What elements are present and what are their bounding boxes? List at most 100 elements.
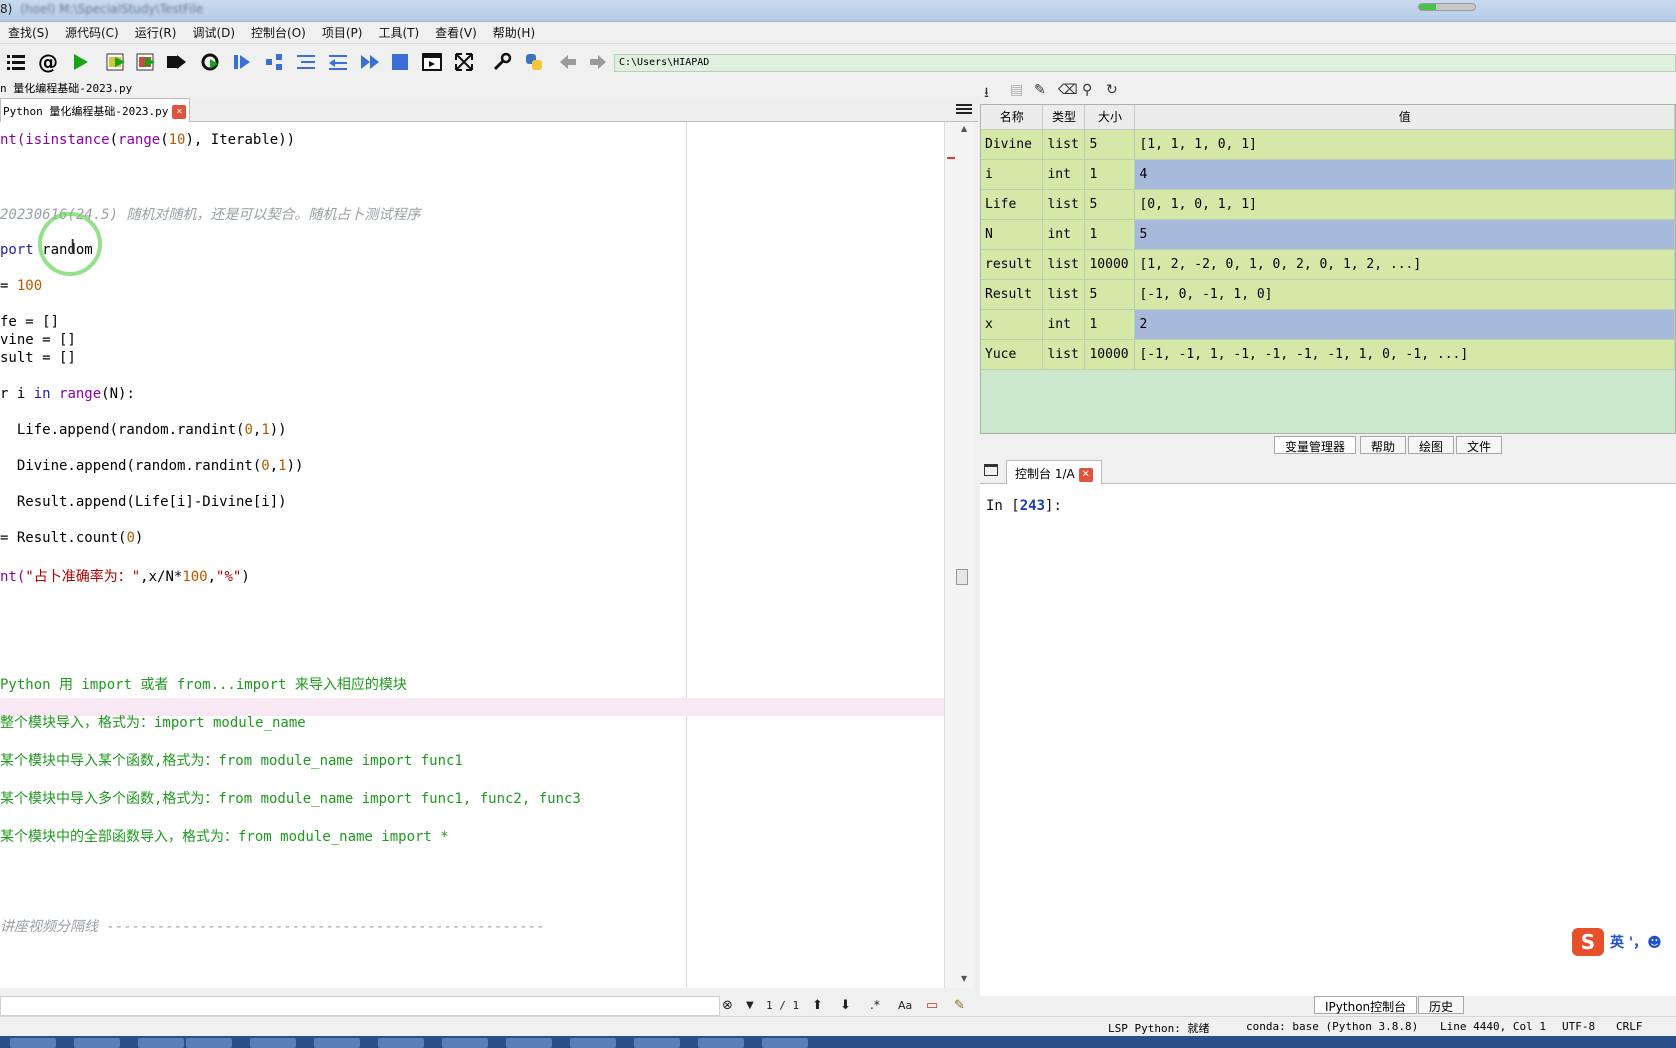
taskbar-item[interactable]: [314, 1038, 360, 1048]
find-previous-icon[interactable]: ⬆: [812, 998, 823, 1013]
taskbar-item[interactable]: [442, 1038, 488, 1048]
table-row[interactable]: Divine list 5 [1, 1, 1, 0, 1]: [981, 129, 1675, 160]
taskbar-item[interactable]: [570, 1038, 616, 1048]
window-icon[interactable]: [984, 464, 998, 476]
menu-item[interactable]: 工具(T): [370, 24, 427, 41]
table-row[interactable]: i int 1 4: [981, 159, 1675, 190]
run-cell-advance-icon[interactable]: [134, 50, 158, 74]
rerun-icon[interactable]: [198, 50, 222, 74]
editor-tab[interactable]: Python 量化编程基础-2023.py ✕: [0, 98, 190, 122]
table-row[interactable]: x int 1 2: [981, 309, 1675, 340]
column-header[interactable]: 类型: [1042, 105, 1086, 130]
highlight-icon[interactable]: ✎: [954, 998, 965, 1013]
taskbar-item[interactable]: [378, 1038, 424, 1048]
variable-explorer-toolbar: ⭳ ▤ ✎ ⌫ ⚲ ↻: [980, 80, 1676, 102]
console-bottom-tab[interactable]: IPython控制台: [1314, 996, 1418, 1014]
menu-item[interactable]: 帮助(H): [485, 24, 543, 41]
variable-table[interactable]: 名称 类型 大小值 Divine list 5 [1, 1, 1, 0, 1] i int 1 4…: [980, 104, 1676, 434]
continue-icon[interactable]: [358, 50, 382, 74]
taskbar-item[interactable]: [762, 1038, 808, 1048]
menu-item[interactable]: 查找(S): [0, 24, 57, 41]
save-icon[interactable]: ▤: [1010, 82, 1023, 98]
debug-icon[interactable]: [230, 50, 254, 74]
console-bottom-tab[interactable]: 历史: [1418, 996, 1465, 1014]
table-row[interactable]: result list 10000 [1, 2, -2, 0, 1, 0, 2, 0,…: [981, 249, 1675, 280]
maximize-pane-icon[interactable]: [420, 50, 444, 74]
column-header[interactable]: 名称: [981, 105, 1044, 130]
run-cell-icon[interactable]: [104, 50, 128, 74]
menu-item[interactable]: 调试(D): [184, 24, 243, 41]
hamburger-menu-icon[interactable]: [956, 102, 972, 118]
run-icon[interactable]: [68, 50, 92, 74]
pane-tab[interactable]: 帮助: [1360, 436, 1407, 454]
pane-tab[interactable]: 文件: [1456, 436, 1503, 454]
back-arrow-icon[interactable]: [556, 50, 580, 74]
taskbar-item[interactable]: [506, 1038, 552, 1048]
table-row[interactable]: Life list 5 [0, 1, 0, 1, 1]: [981, 189, 1675, 220]
step-return-icon[interactable]: [326, 50, 350, 74]
scroll-up-icon[interactable]: ▲: [961, 124, 967, 133]
ime-status: 英 '，☻: [1610, 935, 1662, 951]
editor-scrollbar[interactable]: ▲ ▼: [944, 122, 974, 988]
fullscreen-icon[interactable]: [452, 50, 476, 74]
scroll-down-icon[interactable]: ▼: [961, 974, 967, 983]
table-row[interactable]: Yuce list 10000 [-1, -1, 1, -1, -1, -1, -1,…: [981, 339, 1675, 370]
code-line: nt("占卜准确率为：",x/N*100,"%"): [0, 569, 250, 585]
working-directory-input[interactable]: C:\Users\HIAPAD: [614, 54, 1676, 72]
ipython-console[interactable]: In [243]:: [980, 484, 1676, 996]
conda-env: conda: base (Python 3.8.8): [1246, 1020, 1419, 1033]
ime-toolbar[interactable]: S 英 '，☻: [1572, 928, 1662, 956]
status-bar: LSP Python: 就绪 conda: base (Python 3.8.8…: [0, 1016, 1676, 1036]
code-line: nt(isinstance(range(10), Iterable)): [0, 132, 296, 148]
taskbar-item[interactable]: [138, 1038, 184, 1048]
file-encoding: UTF-8: [1562, 1020, 1596, 1033]
menu-item[interactable]: 查看(V): [427, 24, 485, 41]
console-tab-label: 控制台 1/A: [1015, 467, 1075, 481]
sogou-logo-icon: S: [1572, 928, 1604, 956]
find-input[interactable]: [0, 996, 720, 1016]
table-row[interactable]: Nint 1 5: [981, 219, 1675, 250]
search-icon[interactable]: ⚲: [1082, 82, 1092, 98]
table-row[interactable]: Result list 5 [-1, 0, -1, 1, 0]: [981, 279, 1675, 310]
run-selection-icon[interactable]: [164, 50, 188, 74]
regex-icon[interactable]: .*: [870, 998, 880, 1012]
pane-tab-bar: 变量管理器 帮助 绘图 文件: [980, 434, 1676, 456]
taskbar-item[interactable]: [634, 1038, 680, 1048]
menu-item[interactable]: 运行(R): [127, 24, 185, 41]
case-sensitive-toggle[interactable]: Aa: [898, 999, 912, 1012]
close-icon[interactable]: ✕: [172, 105, 187, 119]
at-icon[interactable]: @: [36, 50, 60, 74]
column-header[interactable]: 大小: [1084, 105, 1136, 130]
code-editor[interactable]: nt(isinstance(range(10), Iterable)) 20230…: [0, 122, 944, 988]
stop-icon[interactable]: [388, 50, 412, 74]
taskbar-item[interactable]: [250, 1038, 296, 1048]
python-path-icon[interactable]: [522, 50, 546, 74]
clear-icon[interactable]: ⊗: [722, 998, 733, 1013]
pane-tab[interactable]: 变量管理器: [1274, 436, 1357, 454]
step-icon[interactable]: [262, 50, 286, 74]
forward-arrow-icon[interactable]: [586, 50, 610, 74]
taskbar-item[interactable]: [74, 1038, 120, 1048]
refresh-icon[interactable]: ↻: [1106, 82, 1118, 98]
save-as-icon[interactable]: ✎: [1034, 82, 1046, 98]
find-next-icon[interactable]: ⬇: [840, 998, 851, 1013]
pane-tab[interactable]: 绘图: [1408, 436, 1455, 454]
console-tab[interactable]: 控制台 1/A ✕: [1006, 460, 1102, 484]
column-header[interactable]: 值: [1134, 105, 1675, 130]
step-into-icon[interactable]: [294, 50, 318, 74]
wrench-icon[interactable]: [490, 50, 514, 74]
window-title-path: (hoel) M:\SpecialStudy\TestFile: [20, 2, 204, 16]
close-icon[interactable]: ✕: [1078, 467, 1093, 482]
scrollbar-thumb[interactable]: [956, 569, 968, 585]
taskbar-item[interactable]: [698, 1038, 744, 1048]
menu-item[interactable]: 源代码(C): [57, 24, 127, 41]
taskbar-item[interactable]: [186, 1038, 232, 1048]
import-data-icon[interactable]: ⭳: [984, 82, 989, 106]
chevron-down-icon[interactable]: ▼: [746, 1000, 754, 1011]
menu-item[interactable]: 项目(P): [314, 24, 371, 41]
taskbar-item[interactable]: [10, 1038, 56, 1048]
list-icon[interactable]: [4, 50, 28, 74]
menu-item[interactable]: 控制台(O): [243, 24, 314, 41]
whole-word-icon[interactable]: ▭: [926, 998, 938, 1013]
eraser-icon[interactable]: ⌫: [1058, 82, 1078, 98]
